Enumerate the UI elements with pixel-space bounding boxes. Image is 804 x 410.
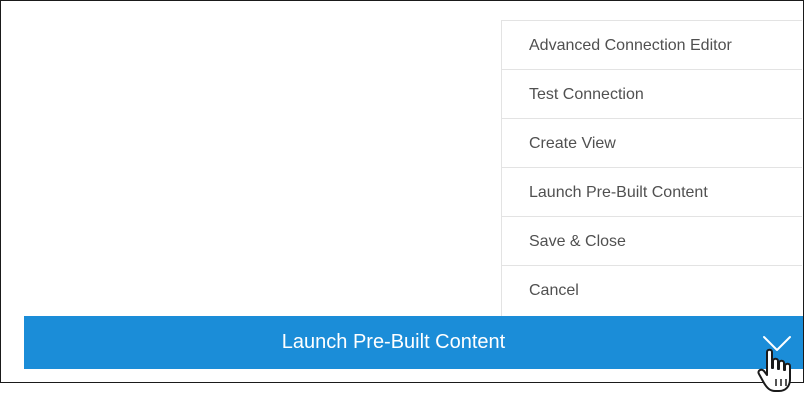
- hand-pointer-icon: [757, 348, 791, 392]
- menu-item-advanced-connection-editor[interactable]: Advanced Connection Editor: [502, 21, 802, 70]
- menu-item-launch-pre-built-content[interactable]: Launch Pre-Built Content: [502, 168, 802, 217]
- action-button-label: Launch Pre-Built Content: [281, 331, 506, 353]
- menu-item-create-view[interactable]: Create View: [502, 119, 802, 168]
- launch-pre-built-content-button[interactable]: Launch Pre-Built Content: [24, 316, 803, 369]
- menu-item-save-close[interactable]: Save & Close: [502, 217, 802, 266]
- menu-item-cancel[interactable]: Cancel: [502, 266, 802, 315]
- menu-item-test-connection[interactable]: Test Connection: [502, 70, 802, 119]
- dropdown-menu: Advanced Connection Editor Test Connecti…: [501, 20, 802, 316]
